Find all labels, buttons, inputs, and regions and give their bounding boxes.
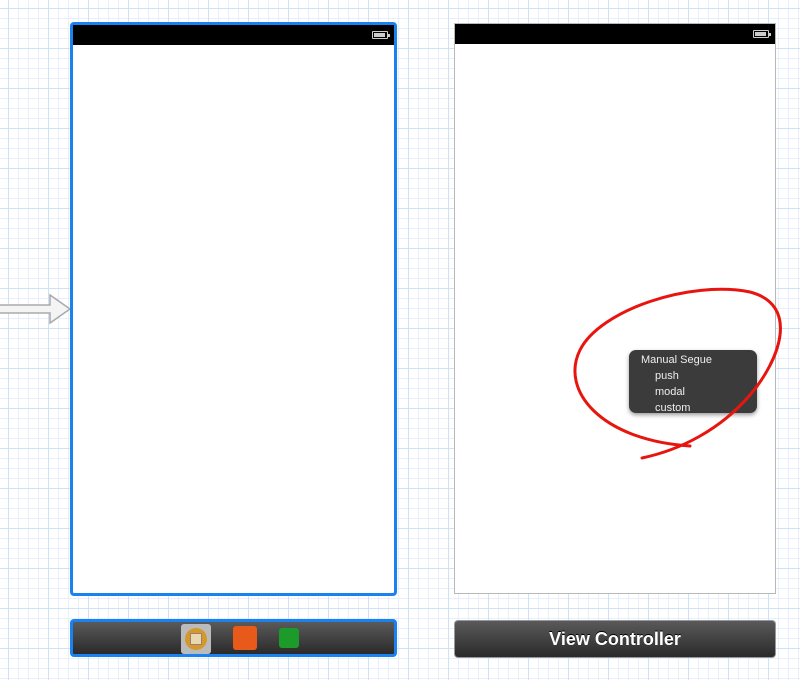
scene-view-controller-2[interactable] [454,23,776,594]
exit-icon[interactable] [279,628,299,648]
menu-title: Manual Segue [641,354,712,366]
menu-item-custom[interactable]: custom [641,400,757,416]
dock-title: View Controller [549,629,681,649]
battery-icon [372,31,390,39]
scene-view-controller-1[interactable] [70,22,397,596]
view-controller-icon[interactable] [181,624,211,654]
menu-item-push[interactable]: push [641,368,757,384]
manual-segue-menu: Manual Segue push modal custom [629,350,757,416]
first-responder-icon[interactable] [233,626,257,650]
scene-dock-1[interactable] [70,619,397,657]
battery-icon [753,30,771,38]
status-bar [455,24,775,44]
initial-scene-arrow-icon [0,293,72,325]
menu-item-modal[interactable]: modal [641,384,757,400]
scene-dock-2[interactable]: View Controller [454,620,776,658]
status-bar [73,25,394,45]
